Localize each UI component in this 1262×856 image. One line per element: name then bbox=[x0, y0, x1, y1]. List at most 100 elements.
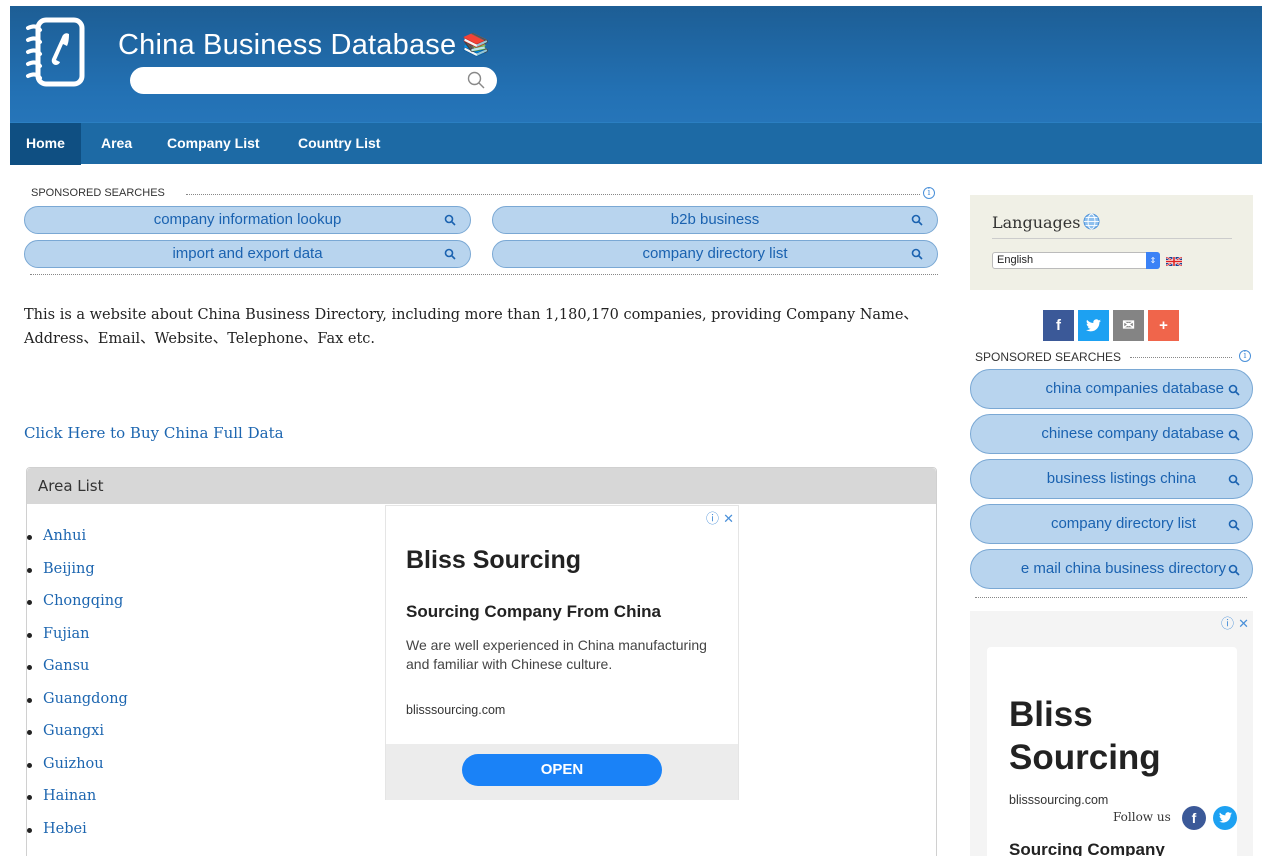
list-item: Gansu bbox=[27, 658, 128, 691]
area-link[interactable]: Chongqing bbox=[43, 593, 123, 609]
search-icon bbox=[444, 214, 456, 226]
ad-subtitle[interactable]: Sourcing Company From China bbox=[406, 602, 661, 622]
nav-area[interactable]: Area bbox=[101, 123, 132, 165]
ad-close-icon[interactable]: ⓘ ✕ bbox=[1221, 613, 1249, 632]
area-link[interactable]: Gansu bbox=[43, 658, 89, 674]
info-icon[interactable]: i bbox=[923, 187, 935, 199]
sponsored-search-pill[interactable]: e mail china business directory bbox=[970, 549, 1253, 589]
divider bbox=[186, 194, 920, 195]
list-item: Chongqing bbox=[27, 593, 128, 626]
divider bbox=[992, 238, 1232, 239]
search-icon bbox=[1228, 474, 1240, 486]
divider bbox=[1130, 357, 1232, 358]
nav-country-list[interactable]: Country List bbox=[298, 123, 380, 165]
divider bbox=[975, 597, 1247, 598]
intro-text: This is a website about China Business D… bbox=[24, 307, 918, 347]
side-ad-banner[interactable]: ⓘ ✕ Bliss Sourcing blisssourcing.com Fol… bbox=[970, 611, 1253, 856]
language-select[interactable]: English ⇕ bbox=[992, 252, 1160, 269]
list-item: Guizhou bbox=[27, 756, 128, 789]
buy-data-link[interactable]: Click Here to Buy China Full Data bbox=[24, 424, 284, 442]
sponsored-search-pill[interactable]: company directory list bbox=[492, 240, 938, 268]
uk-flag-icon bbox=[1166, 257, 1182, 266]
ad-footer: OPEN bbox=[386, 744, 738, 800]
pill-label: china companies database bbox=[1045, 380, 1224, 397]
area-link[interactable]: Beijing bbox=[43, 561, 95, 577]
search-icon bbox=[911, 248, 923, 260]
follow-us-label: Follow us bbox=[1113, 810, 1171, 824]
ad-close-icon[interactable]: ⓘ ✕ bbox=[706, 508, 734, 527]
list-item: Fujian bbox=[27, 626, 128, 659]
pill-label: b2b business bbox=[670, 211, 760, 228]
list-item: Guangxi bbox=[27, 723, 128, 756]
facebook-icon[interactable]: f bbox=[1182, 806, 1206, 830]
address-book-logo-icon[interactable] bbox=[22, 14, 86, 90]
sponsored-search-pill[interactable]: business listings china bbox=[970, 459, 1253, 499]
sponsored-search-pill[interactable]: chinese company database bbox=[970, 414, 1253, 454]
search-icon bbox=[1228, 384, 1240, 396]
list-item: Guangdong bbox=[27, 691, 128, 724]
twitter-icon[interactable] bbox=[1213, 806, 1237, 830]
ad-title[interactable]: Bliss Sourcing bbox=[406, 546, 581, 575]
twitter-share-icon[interactable] bbox=[1078, 310, 1109, 341]
site-header: China Business Database 📚 Home Area Compa… bbox=[10, 6, 1262, 165]
nav-company-list[interactable]: Company List bbox=[167, 123, 260, 165]
sponsored-label: SPONSORED SEARCHES bbox=[975, 350, 1122, 364]
search-icon bbox=[911, 214, 923, 226]
list-item: Hebei bbox=[27, 821, 128, 854]
area-link[interactable]: Fujian bbox=[43, 626, 90, 642]
list-item: Beijing bbox=[27, 561, 128, 594]
sponsored-search-pill[interactable]: import and export data bbox=[24, 240, 471, 268]
ad-open-button[interactable]: OPEN bbox=[462, 754, 662, 786]
sponsored-search-pill[interactable]: china companies database bbox=[970, 369, 1253, 409]
pill-label: company information lookup bbox=[153, 211, 342, 228]
area-link[interactable]: Guangdong bbox=[43, 691, 128, 707]
area-link[interactable]: Hainan bbox=[43, 788, 96, 804]
info-icon[interactable]: i bbox=[1239, 350, 1251, 362]
side-ad-domain: blisssourcing.com bbox=[1009, 793, 1109, 807]
pill-label: company directory list bbox=[1050, 515, 1196, 532]
globe-icon bbox=[1083, 213, 1100, 230]
sponsored-search-pill[interactable]: company information lookup bbox=[24, 206, 471, 234]
main-nav: Home Area Company List Country List bbox=[10, 122, 1262, 165]
pill-label: chinese company database bbox=[1041, 425, 1224, 442]
books-icon: 📚 bbox=[462, 32, 490, 57]
facebook-share-icon[interactable]: f bbox=[1043, 310, 1074, 341]
ad-domain: blisssourcing.com bbox=[406, 703, 506, 717]
divider bbox=[30, 274, 938, 275]
list-item: Anhui bbox=[27, 528, 128, 561]
language-selected: English bbox=[997, 254, 1034, 266]
pill-label: company directory list bbox=[642, 245, 788, 262]
sponsored-search-pill[interactable]: company directory list bbox=[970, 504, 1253, 544]
site-title[interactable]: China Business Database 📚 bbox=[118, 29, 490, 62]
search-icon bbox=[1228, 564, 1240, 576]
pill-label: business listings china bbox=[1046, 470, 1196, 487]
side-ad-card[interactable]: Bliss Sourcing blisssourcing.com Follow … bbox=[987, 647, 1237, 856]
pill-label: import and export data bbox=[172, 245, 323, 262]
nav-home[interactable]: Home bbox=[10, 123, 81, 165]
side-ad-title[interactable]: Bliss Sourcing bbox=[1009, 693, 1209, 779]
search-icon bbox=[1228, 429, 1240, 441]
area-link[interactable]: Anhui bbox=[43, 528, 86, 544]
area-list: Anhui Beijing Chongqing Fujian Gansu Gua… bbox=[27, 528, 128, 853]
ad-banner[interactable]: ⓘ ✕ Bliss Sourcing Sourcing Company From… bbox=[385, 505, 739, 800]
search-icon bbox=[444, 248, 456, 260]
languages-title: Languages bbox=[992, 213, 1081, 232]
side-ad-subtitle[interactable]: Sourcing Company bbox=[1009, 840, 1165, 856]
area-link[interactable]: Guizhou bbox=[43, 756, 104, 772]
more-share-icon[interactable]: + bbox=[1148, 310, 1179, 341]
search-input[interactable] bbox=[144, 67, 464, 94]
search-box[interactable] bbox=[130, 67, 497, 94]
search-icon[interactable] bbox=[467, 71, 485, 89]
languages-box: Languages English ⇕ bbox=[970, 195, 1253, 290]
select-arrows-icon[interactable]: ⇕ bbox=[1146, 252, 1160, 269]
email-share-icon[interactable]: ✉ bbox=[1113, 310, 1144, 341]
twitter-bird-icon bbox=[1218, 812, 1232, 823]
area-link[interactable]: Hebei bbox=[43, 821, 87, 837]
sponsored-search-pill[interactable]: b2b business bbox=[492, 206, 938, 234]
list-item: Hainan bbox=[27, 788, 128, 821]
area-link[interactable]: Guangxi bbox=[43, 723, 104, 739]
pill-label: e mail china business directory bbox=[1020, 560, 1226, 577]
twitter-bird-icon bbox=[1086, 319, 1101, 332]
sponsored-label: SPONSORED SEARCHES bbox=[31, 187, 165, 199]
ad-description: We are well experienced in China manufac… bbox=[406, 637, 707, 672]
